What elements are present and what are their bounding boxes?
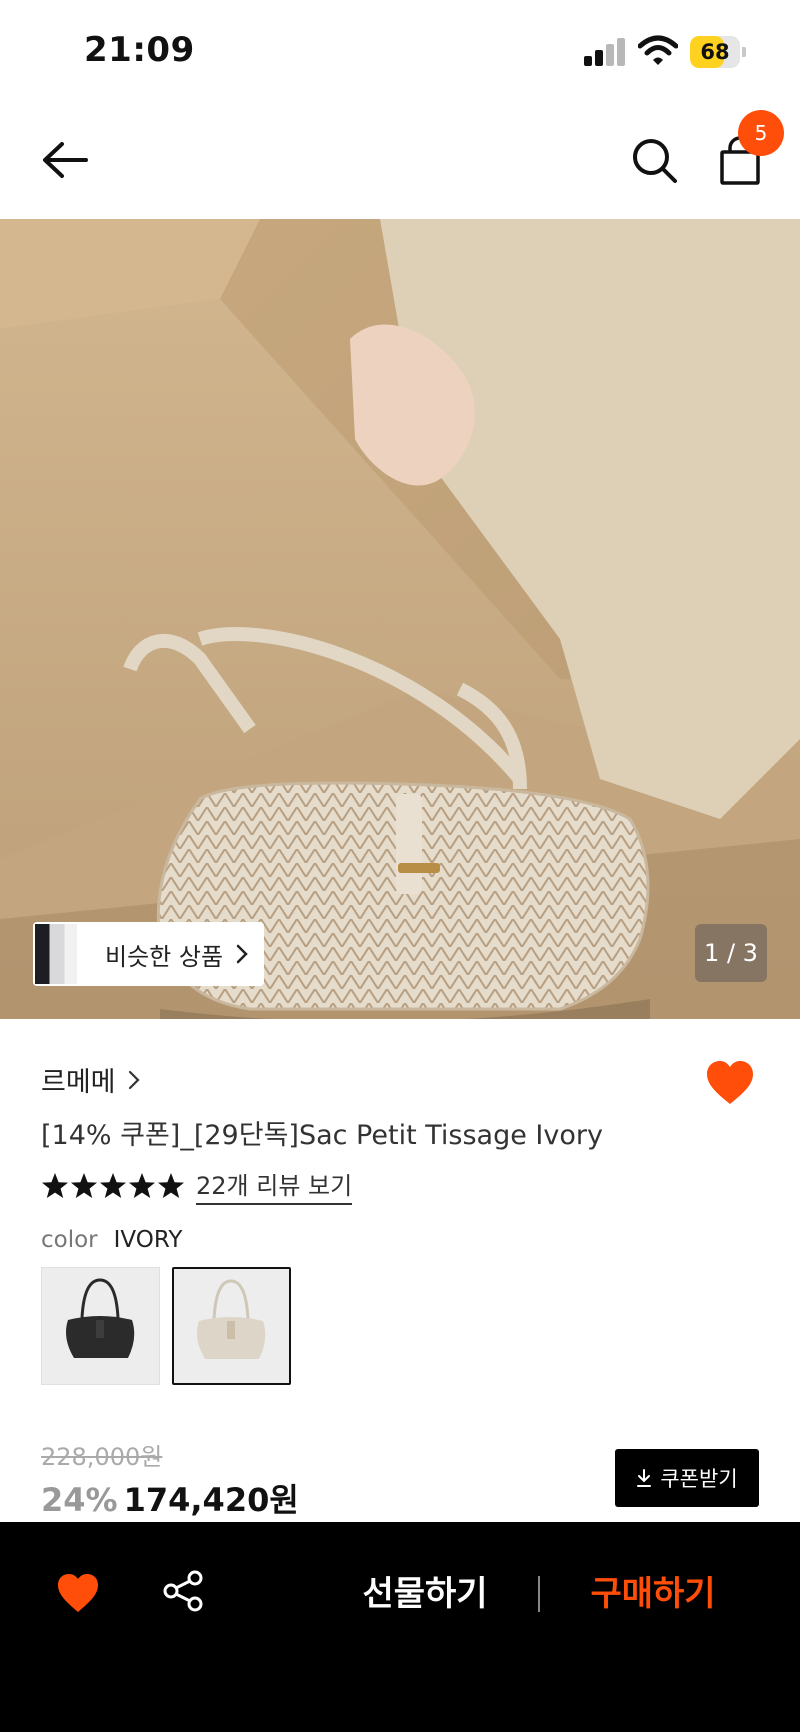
coupon-label: 쿠폰받기 bbox=[660, 1467, 738, 1491]
get-coupon-button[interactable]: 쿠폰받기 bbox=[615, 1449, 759, 1507]
black-bag-thumbnail bbox=[66, 1278, 135, 1358]
original-price: 228,000원 bbox=[41, 1443, 163, 1471]
star-icon bbox=[42, 1172, 68, 1198]
chevron-right-icon bbox=[128, 1070, 140, 1089]
search-icon[interactable] bbox=[630, 136, 678, 184]
option-value: IVORY bbox=[113, 1227, 183, 1253]
brand-name: 르메메 bbox=[41, 1067, 116, 1098]
review-link[interactable]: 22개 리뷰 보기 bbox=[196, 1166, 353, 1205]
discount-rate: 24% bbox=[41, 1481, 118, 1519]
color-swatch-ivory[interactable] bbox=[172, 1267, 291, 1385]
back-arrow-icon[interactable] bbox=[40, 138, 90, 182]
similar-products-button[interactable]: 비슷한 상품 bbox=[33, 922, 264, 986]
star-icon bbox=[129, 1172, 155, 1198]
option-row: color IVORY bbox=[41, 1227, 182, 1253]
battery-indicator: 68 bbox=[690, 36, 746, 68]
star-icon bbox=[71, 1172, 97, 1198]
status-bar: 21:09 68 bbox=[0, 0, 800, 100]
heart-icon[interactable] bbox=[56, 1572, 100, 1614]
star-icon bbox=[158, 1172, 184, 1198]
option-label: color bbox=[41, 1227, 98, 1253]
download-icon bbox=[637, 1469, 652, 1487]
rating-stars bbox=[41, 1172, 186, 1200]
status-time: 21:09 bbox=[84, 30, 195, 70]
color-swatch-black[interactable] bbox=[41, 1267, 160, 1385]
cart-count-badge: 5 bbox=[738, 110, 784, 156]
nav-bar: 5 bbox=[0, 110, 800, 210]
similar-products-label: 비슷한 상품 bbox=[105, 942, 224, 971]
wifi-icon bbox=[638, 35, 678, 65]
gift-button[interactable]: 선물하기 bbox=[340, 1562, 510, 1626]
buy-button[interactable]: 구매하기 bbox=[568, 1562, 738, 1626]
image-page-indicator: 1 / 3 bbox=[695, 924, 767, 982]
share-icon[interactable] bbox=[162, 1570, 204, 1612]
star-icon bbox=[100, 1172, 126, 1198]
sale-price: 174,420원 bbox=[123, 1481, 299, 1519]
cellular-signal-icon bbox=[584, 38, 626, 66]
ivory-bag-thumbnail bbox=[197, 1279, 266, 1359]
product-photo bbox=[0, 219, 800, 1019]
wishlist-heart-icon[interactable] bbox=[705, 1060, 755, 1106]
battery-level: 68 bbox=[700, 40, 730, 64]
bar-divider bbox=[538, 1576, 540, 1612]
bottom-action-bar: 선물하기 구매하기 bbox=[0, 1522, 800, 1732]
rating-row: 22개 리뷰 보기 bbox=[41, 1166, 353, 1205]
price-row: 24% 174,420원 bbox=[41, 1475, 299, 1521]
product-image[interactable] bbox=[0, 219, 800, 1019]
product-title: [14% 쿠폰]_[29단독]Sac Petit Tissage Ivory bbox=[41, 1120, 603, 1151]
chevron-right-icon bbox=[236, 944, 248, 964]
brand-link[interactable]: 르메메 bbox=[41, 1060, 140, 1099]
similar-product-thumbnail bbox=[35, 924, 77, 984]
